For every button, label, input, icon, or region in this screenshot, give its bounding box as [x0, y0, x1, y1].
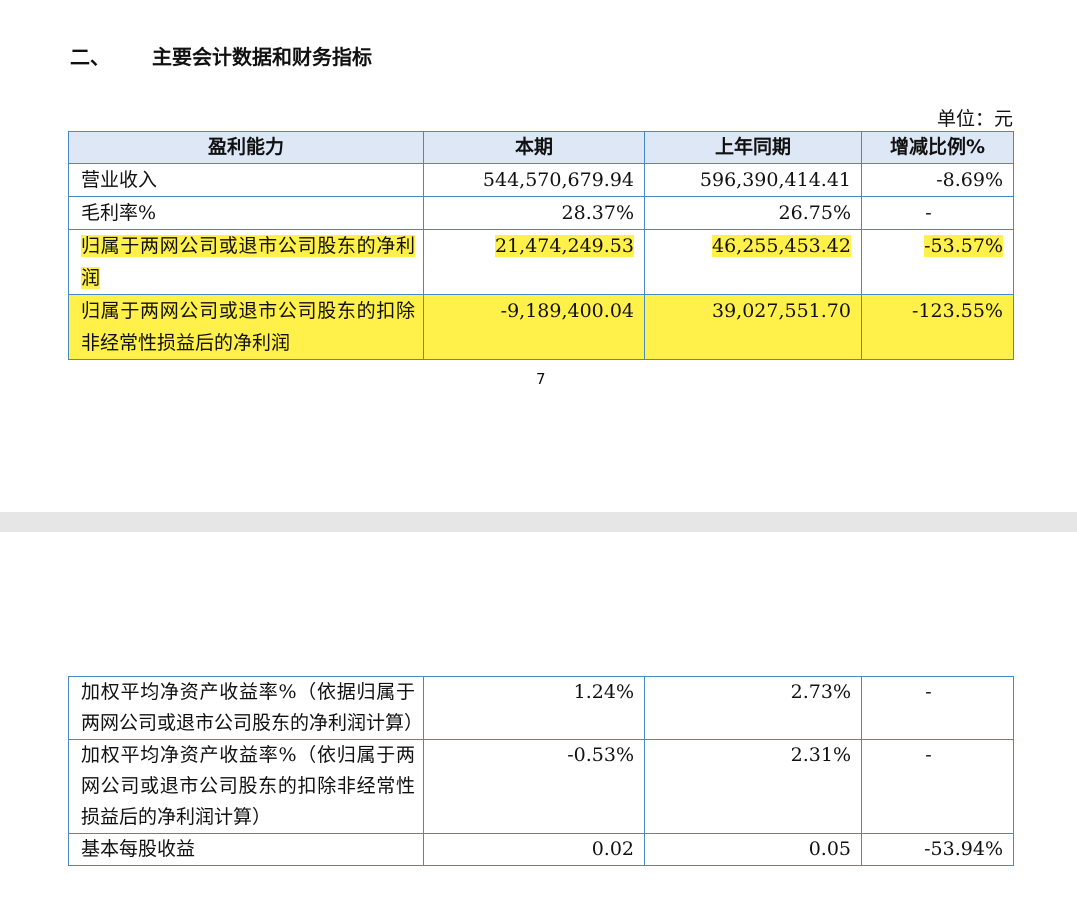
financial-table-page1: 盈利能力 本期 上年同期 增减比例% 营业收入 544,570,679.94 5… — [68, 131, 1014, 360]
row-label: 加权平均净资产收益率%（依归属于两网公司或退市公司股东的扣除非经常性损益后的净利… — [68, 739, 424, 834]
highlighted-label: 归属于两网公司或退市公司股东的净利润 — [81, 235, 415, 289]
change-value: -53.94% — [861, 833, 1014, 866]
table-row: 营业收入 544,570,679.94 596,390,414.41 -8.69… — [68, 163, 1014, 197]
row-label: 基本每股收益 — [68, 833, 424, 866]
change-value: - — [861, 676, 1014, 740]
highlighted-value: 21,474,249.53 — [494, 235, 634, 257]
header-prior-period: 上年同期 — [644, 131, 862, 164]
prior-value: 46,255,453.42 — [644, 229, 862, 295]
change-value: -53.57% — [861, 229, 1014, 295]
table-header-row: 盈利能力 本期 上年同期 增减比例% — [68, 131, 1014, 164]
header-profitability: 盈利能力 — [68, 131, 424, 164]
current-value: 0.02 — [423, 833, 645, 866]
table-row: 加权平均净资产收益率%（依归属于两网公司或退市公司股东的扣除非经常性损益后的净利… — [68, 739, 1014, 834]
change-value: - — [861, 739, 1014, 834]
prior-value: 2.73% — [644, 676, 862, 740]
current-value: 28.37% — [423, 196, 645, 230]
header-current-period: 本期 — [423, 131, 645, 164]
financial-table-page2: 加权平均净资产收益率%（依据归属于两网公司或退市公司股东的净利润计算） 1.24… — [68, 676, 1014, 866]
table-row: 毛利率% 28.37% 26.75% - — [68, 196, 1014, 230]
row-label: 加权平均净资产收益率%（依据归属于两网公司或退市公司股东的净利润计算） — [68, 676, 424, 740]
section-heading: 二、 主要会计数据和财务指标 — [70, 40, 372, 70]
unit-label: 单位：元 — [936, 108, 1013, 130]
current-value: -0.53% — [423, 739, 645, 834]
table-row: 加权平均净资产收益率%（依据归属于两网公司或退市公司股东的净利润计算） 1.24… — [68, 676, 1014, 740]
table-row: 基本每股收益 0.02 0.05 -53.94% — [68, 833, 1014, 866]
row-label: 毛利率% — [68, 196, 424, 230]
section-number: 二、 — [70, 44, 110, 69]
prior-value: 26.75% — [644, 196, 862, 230]
row-label: 归属于两网公司或退市公司股东的扣除非经常性损益后的净利润 — [68, 294, 424, 360]
current-value: -9,189,400.04 — [423, 294, 645, 360]
change-value: -123.55% — [861, 294, 1014, 360]
table-row: 归属于两网公司或退市公司股东的扣除非经常性损益后的净利润 -9,189,400.… — [68, 294, 1014, 360]
page-separator — [0, 512, 1077, 532]
change-value: - — [861, 196, 1014, 230]
row-label: 归属于两网公司或退市公司股东的净利润 — [68, 229, 424, 295]
header-change-pct: 增减比例% — [861, 131, 1014, 164]
current-value: 21,474,249.53 — [423, 229, 645, 295]
prior-value: 596,390,414.41 — [644, 163, 862, 197]
prior-value: 0.05 — [644, 833, 862, 866]
current-value: 544,570,679.94 — [423, 163, 645, 197]
table-row: 归属于两网公司或退市公司股东的净利润 21,474,249.53 46,255,… — [68, 229, 1014, 295]
section-title: 主要会计数据和财务指标 — [152, 44, 372, 69]
current-value: 1.24% — [423, 676, 645, 740]
change-value: -8.69% — [861, 163, 1014, 197]
prior-value: 2.31% — [644, 739, 862, 834]
highlighted-value: 46,255,453.42 — [711, 235, 851, 257]
prior-value: 39,027,551.70 — [644, 294, 862, 360]
highlighted-value: -53.57% — [924, 235, 1003, 257]
row-label: 营业收入 — [68, 163, 424, 197]
page-number: 7 — [536, 370, 546, 388]
